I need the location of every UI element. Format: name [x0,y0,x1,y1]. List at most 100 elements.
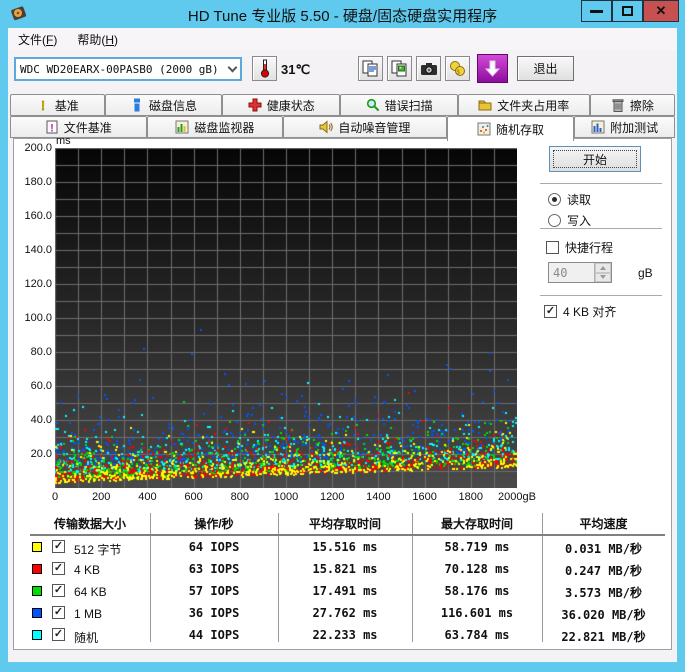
camera-icon [420,62,437,75]
avg-speed-value: 36.020 MB/秒 [561,608,646,622]
avg-speed-value: 0.031 MB/秒 [564,542,643,556]
max-access-value: 116.601 ms [440,606,514,620]
minimize-icon [590,9,603,13]
max-access-value: 63.784 ms [444,628,510,642]
avg-access-value: 15.516 ms [312,540,378,554]
maximize-button[interactable] [612,0,643,22]
drive-select-value: WDC WD20EARX-00PASB0 (2000 gB) [20,62,219,76]
random-access-icon [477,122,491,136]
read-radio[interactable]: 读取 [548,191,591,208]
iops-value: 57 IOPS [188,584,240,598]
x-tick-label: 1200 [319,491,345,503]
maximize-icon [622,6,633,16]
max-access-value: 58.719 ms [444,540,510,554]
x-tick-label: 400 [138,491,157,503]
x-tick-label: 800 [230,491,249,503]
series-checkbox[interactable]: ✓ [52,540,65,553]
tab-extra-tests[interactable]: 附加测试 [574,116,675,138]
short-stroke-size-spinner[interactable]: 40 [548,262,612,283]
tab-benchmark[interactable]: ! 基准 [10,94,105,116]
minimize-button[interactable] [581,0,612,22]
tab-folder-usage[interactable]: 文件夹占用率 [457,94,590,116]
drive-select[interactable]: WDC WD20EARX-00PASB0 (2000 gB) [14,57,242,81]
col-header-iops: 操作/秒 [194,517,234,531]
temperature-button[interactable] [252,56,277,81]
y-axis-unit: ms [56,135,71,147]
series-color-swatch [32,630,42,640]
table-row-4kb: ✓ 4 KB 63 IOPS 15.821 ms 70.128 ms 0.247… [30,559,665,581]
update-button[interactable] [477,54,508,83]
trash-icon [612,99,624,112]
tab-health[interactable]: 健康状态 [222,94,341,116]
tab-row-1: ! 基准 磁盘信息 健康状态 错误扫描 文件夹占用率 擦除 [10,94,675,116]
avg-access-value: 27.762 ms [312,606,378,620]
col-header-max-access: 最大存取时间 [440,517,513,531]
y-tick-label: 80.0 [30,346,52,358]
spinner-down-button[interactable] [595,272,611,282]
short-stroke-checkbox[interactable]: 快捷行程 [546,239,613,256]
y-tick-label: 20.0 [30,448,52,460]
donate-button[interactable]: $ [445,56,470,81]
y-tick-label: 200.0 [24,142,52,154]
series-color-swatch [32,586,42,596]
random-access-scatter-chart [55,148,517,488]
exit-button[interactable]: 退出 [517,56,574,81]
title-bar[interactable]: HD Tune 专业版 5.50 - 硬盘/固态硬盘实用程序 ✕ [0,0,685,28]
col-header-transfer-size: 传输数据大小 [53,517,126,531]
series-checkbox[interactable]: ✓ [52,584,65,597]
x-tick-label: 2000gB [498,491,536,503]
checkbox-unchecked-icon [546,241,559,254]
series-checkbox[interactable]: ✓ [52,606,65,619]
copy-text-button[interactable] [358,56,383,81]
separator [540,228,662,229]
avg-access-value: 17.491 ms [312,584,378,598]
magnifier-icon [366,98,379,112]
y-tick-label: 140.0 [24,244,52,256]
arrow-down-icon [485,60,500,77]
menu-bar: 文件(F) 帮助(H) [8,28,677,50]
series-color-swatch [32,564,42,574]
menu-help[interactable]: 帮助(H) [67,28,128,51]
copy-image-button[interactable] [387,56,412,81]
header-divider [30,534,665,536]
close-button[interactable]: ✕ [643,0,679,22]
start-button[interactable]: 开始 [549,146,641,172]
y-tick-label: 160.0 [24,210,52,222]
tab-aam[interactable]: 自动噪音管理 [283,116,447,138]
toolbar: WDC WD20EARX-00PASB0 (2000 gB) 31℃ $ 退出 [8,50,677,93]
iops-value: 44 IOPS [188,628,240,642]
y-tick-label: 120.0 [24,278,52,290]
series-color-swatch [32,608,42,618]
tab-erase[interactable]: 擦除 [589,94,675,116]
folder-icon [478,100,492,111]
x-tick-label: 1600 [412,491,437,503]
tab-error-scan[interactable]: 错误扫描 [340,94,458,116]
max-access-value: 70.128 ms [444,562,510,576]
x-tick-label: 0 [51,491,59,503]
thermometer-icon [260,59,269,78]
table-row-random: ✓ 随机 44 IOPS 22.233 ms 63.784 ms 22.821 … [30,625,665,647]
spinner-up-button[interactable] [595,263,611,273]
svg-text:!: ! [50,123,54,135]
copy-text-icon [362,60,378,76]
series-checkbox[interactable]: ✓ [52,628,65,641]
write-radio[interactable]: 写入 [548,212,591,229]
menu-file[interactable]: 文件(F) [8,28,67,51]
tab-disk-info[interactable]: 磁盘信息 [104,94,223,116]
temperature-value: 31℃ [281,62,311,77]
chevron-down-icon [224,59,240,79]
info-icon [134,98,140,112]
table-row-64kb: ✓ 64 KB 57 IOPS 17.491 ms 58.176 ms 3.57… [30,581,665,603]
series-checkbox[interactable]: ✓ [52,562,65,575]
x-tick-label: 200 [92,491,111,503]
short-stroke-unit-label: gB [638,266,653,280]
separator [540,295,662,296]
screenshot-button[interactable] [416,56,441,81]
align-4kb-checkbox[interactable]: ✓ 4 KB 对齐 [544,303,616,320]
extra-tests-icon [591,120,605,134]
tab-file-benchmark[interactable]: ! 文件基准 [10,116,147,138]
tab-random-access[interactable]: 随机存取 [446,116,575,141]
avg-speed-value: 0.247 MB/秒 [564,564,643,578]
tab-disk-monitor[interactable]: 磁盘监视器 [146,116,284,138]
file-benchmark-icon: ! [46,120,58,135]
